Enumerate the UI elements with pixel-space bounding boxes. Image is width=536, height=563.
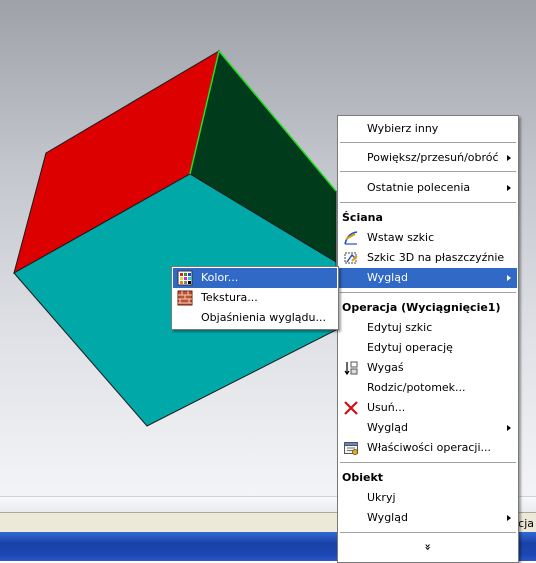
menu-item-3d-sketch-on-plane[interactable]: Szkic 3D na płaszczyźnie: [339, 248, 517, 268]
menu-item-recent-commands[interactable]: Ostatnie polecenia: [339, 178, 517, 198]
menu-item-label: Właściwości operacji...: [367, 441, 492, 454]
submenu-arrow-icon: [507, 515, 511, 521]
texture-brick-icon: [177, 290, 193, 306]
menu-item-label: Szkic 3D na płaszczyźnie: [367, 251, 505, 264]
menu-item-appearance-face[interactable]: Wygląd: [339, 268, 517, 288]
section-header-body: Obiekt: [342, 471, 384, 484]
submenu-arrow-icon: [507, 425, 511, 431]
menu-separator: [340, 292, 516, 293]
submenu-item-label: Kolor...: [201, 271, 239, 284]
menu-item-label: Ostatnie polecenia: [367, 181, 471, 194]
color-palette-icon: [177, 270, 193, 286]
menu-separator: [340, 532, 516, 533]
submenu-arrow-icon: [507, 275, 511, 281]
menu-item-label: Powiększ/przesuń/obróć: [367, 151, 499, 164]
menu-item-label: Wybierz inny: [367, 122, 439, 135]
menu-item-label: Wstaw szkic: [367, 231, 435, 244]
section-header-feature: Operacja (Wyciągnięcie1): [342, 301, 501, 314]
menu-separator: [340, 142, 516, 143]
menu-item-appearance-feature[interactable]: Wygląd: [339, 418, 517, 438]
submenu-item-color[interactable]: Kolor...: [173, 268, 337, 288]
submenu-item-appearance-callout[interactable]: Objaśnienia wyglądu...: [173, 308, 337, 328]
menu-item-label: Rodzic/potomek...: [367, 381, 466, 394]
menu-item-select-other[interactable]: Wybierz inny: [339, 119, 517, 139]
menu-item-appearance-body[interactable]: Wygląd: [339, 508, 517, 528]
3d-sketch-icon: [344, 252, 358, 264]
status-text: cja: [518, 517, 534, 530]
context-menu: Wybierz inny Powiększ/przesuń/obróć Osta…: [337, 115, 519, 563]
menu-item-label: Wygląd: [367, 271, 408, 284]
submenu-item-label: Objaśnienia wyglądu...: [201, 311, 326, 324]
insert-sketch-icon: [344, 231, 358, 245]
menu-separator: [340, 171, 516, 172]
menu-item-label: Edytuj operację: [367, 341, 453, 354]
menu-item-edit-sketch[interactable]: Edytuj szkic: [339, 318, 517, 338]
submenu-arrow-icon: [507, 185, 511, 191]
submenu-item-texture[interactable]: Tekstura...: [173, 288, 337, 308]
menu-separator: [340, 462, 516, 463]
section-header-face: Ściana: [342, 211, 383, 224]
suppress-icon: [344, 361, 358, 376]
menu-item-label: Edytuj szkic: [367, 321, 433, 334]
appearance-submenu: Kolor... Tekstura... Objaśnienia wyglądu…: [171, 266, 339, 330]
menu-item-label: Ukryj: [367, 491, 396, 504]
submenu-item-label: Tekstura...: [201, 291, 258, 304]
double-chevron-down-icon: »: [421, 543, 435, 551]
menu-item-suppress[interactable]: Wygaś: [339, 358, 517, 378]
menu-item-zoom-pan-rotate[interactable]: Powiększ/przesuń/obróć: [339, 148, 517, 168]
menu-item-label: Wygląd: [367, 511, 408, 524]
menu-item-insert-sketch[interactable]: Wstaw szkic: [339, 228, 517, 248]
expand-menu-button[interactable]: »: [338, 538, 518, 556]
delete-icon: [344, 401, 358, 415]
menu-item-label: Wygląd: [367, 421, 408, 434]
menu-item-parent-child[interactable]: Rodzic/potomek...: [339, 378, 517, 398]
menu-item-label: Wygaś: [367, 361, 404, 374]
menu-item-label: Usuń...: [367, 401, 406, 414]
menu-separator: [340, 202, 516, 203]
menu-item-hide[interactable]: Ukryj: [339, 488, 517, 508]
properties-icon: [344, 442, 358, 455]
menu-item-feature-properties[interactable]: Właściwości operacji...: [339, 438, 517, 458]
menu-item-delete[interactable]: Usuń...: [339, 398, 517, 418]
menu-item-edit-feature[interactable]: Edytuj operację: [339, 338, 517, 358]
submenu-arrow-icon: [507, 155, 511, 161]
